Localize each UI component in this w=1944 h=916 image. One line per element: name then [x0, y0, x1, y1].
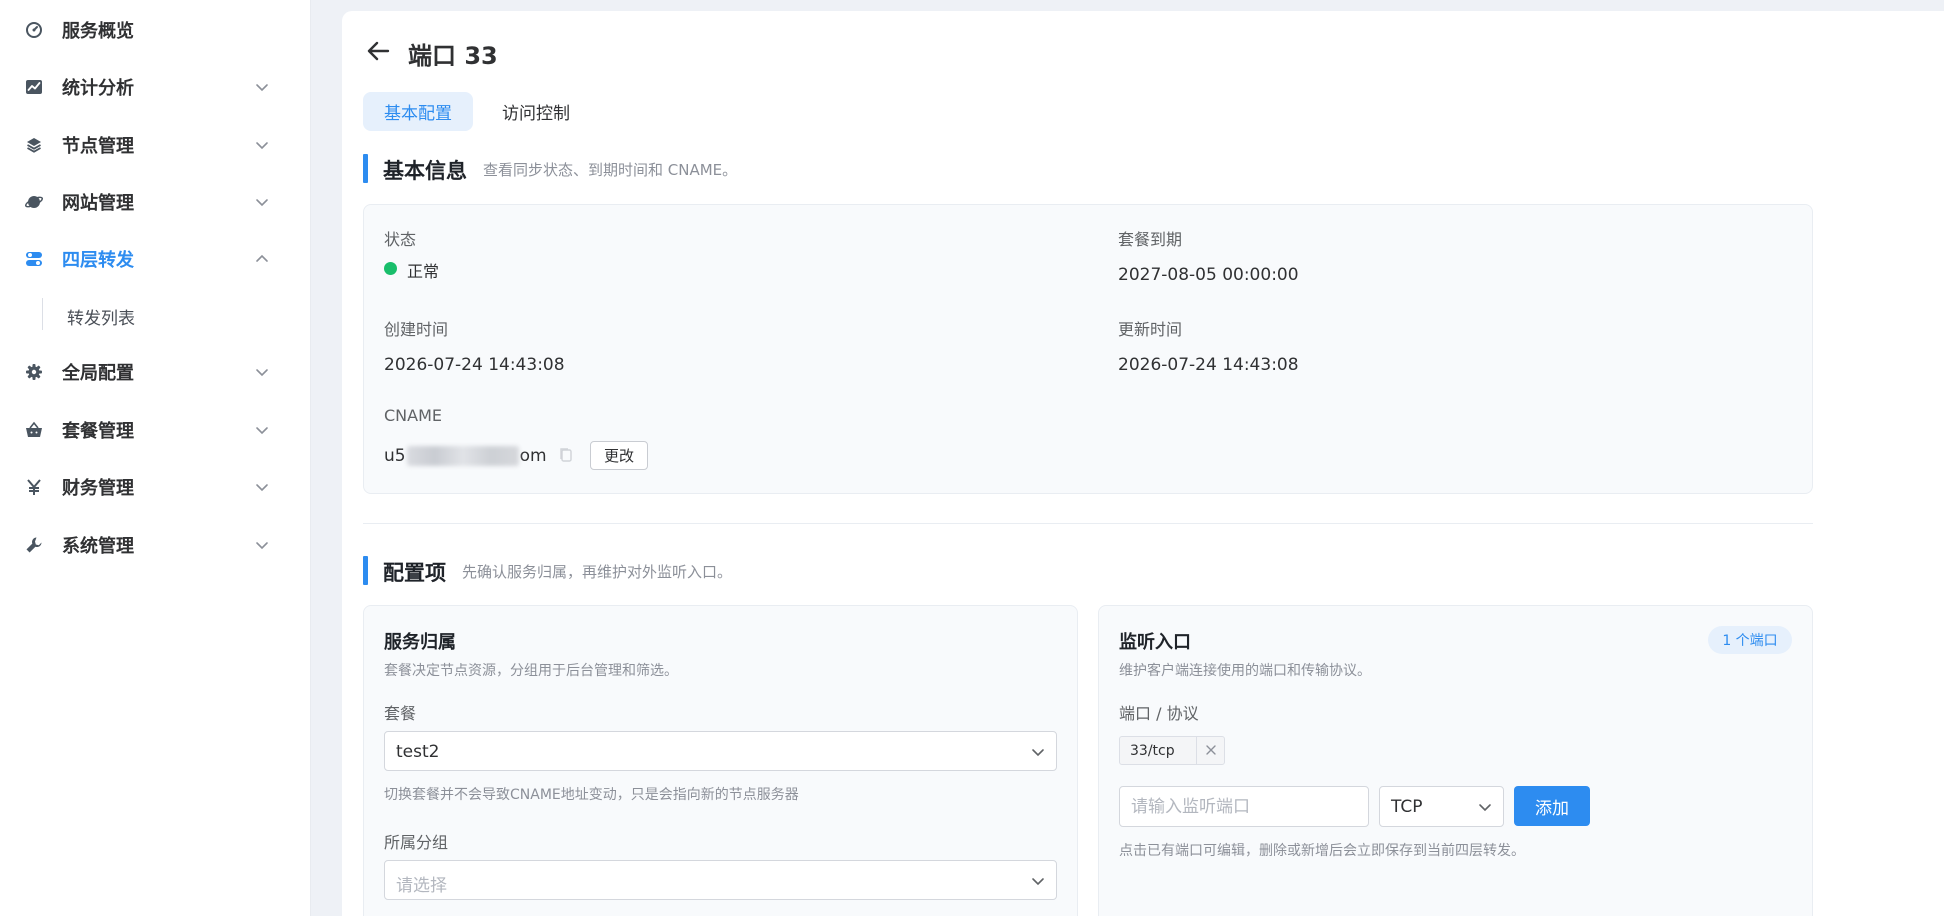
sidebar-item-label: 服务概览 [62, 21, 134, 42]
sidebar-item-label: 全局配置 [62, 363, 134, 384]
updated-label: 更新时间 [1118, 320, 1183, 339]
chevron-down-icon [256, 84, 268, 92]
sidebar-item-finance[interactable]: 财务管理 [0, 467, 311, 507]
port-tag-separator [1196, 737, 1197, 764]
updated-value: 2026-07-24 14:43:08 [1118, 355, 1299, 375]
sidebar-item-l4-forwarding[interactable]: 四层转发 [0, 239, 311, 279]
chevron-down-icon [256, 484, 268, 492]
sidebar-item-label: 网站管理 [62, 193, 134, 214]
yen-icon [24, 477, 44, 497]
close-icon[interactable] [1204, 743, 1218, 757]
sidebar-item-websites[interactable]: 网站管理 [0, 182, 311, 222]
port-tag-label: 33/tcp [1130, 743, 1175, 759]
basic-info-panel [363, 204, 1813, 494]
listener-hint: 点击已有端口可编辑，删除或新增后会立即保存到当前四层转发。 [1119, 843, 1525, 859]
sidebar-item-label: 统计分析 [62, 78, 134, 99]
basket-icon [24, 420, 44, 440]
cname-prefix: u5 [384, 446, 406, 466]
gear-icon [24, 362, 44, 382]
chevron-down-icon [1479, 804, 1491, 812]
chevron-down-icon [256, 369, 268, 377]
sidebar-item-label: 系统管理 [62, 536, 134, 557]
dashboard-icon [24, 20, 44, 40]
chevron-down-icon [256, 427, 268, 435]
section-accent-bar [363, 556, 368, 585]
chevron-down-icon [256, 199, 268, 207]
globe-icon [24, 192, 44, 212]
group-label: 所属分组 [384, 833, 449, 852]
sidebar-subitem-forward-list[interactable]: 转发列表 [0, 294, 311, 334]
section-desc-config: 先确认服务归属，再维护对外监听入口。 [462, 563, 733, 581]
listener-desc: 维护客户端连接使用的端口和传输协议。 [1119, 663, 1371, 679]
expire-label: 套餐到期 [1118, 230, 1183, 249]
chevron-down-icon [1032, 878, 1044, 886]
sidebar: 服务概览 统计分析 节点管理 网站管理 四层转发 转发列表 全局配置 套餐管理 … [0, 0, 311, 916]
sidebar-item-system[interactable]: 系统管理 [0, 525, 311, 565]
created-label: 创建时间 [384, 320, 449, 339]
sidebar-item-label: 财务管理 [62, 478, 134, 499]
chevron-down-icon [256, 142, 268, 150]
sidebar-item-plans[interactable]: 套餐管理 [0, 410, 311, 450]
wrench-icon [24, 535, 44, 555]
group-select-placeholder: 请选择 [396, 876, 447, 896]
plan-select-value: test2 [396, 742, 440, 762]
listener-title: 监听入口 [1119, 632, 1191, 653]
plan-select[interactable]: test2 [384, 731, 1057, 771]
plan-label: 套餐 [384, 704, 417, 723]
group-select[interactable]: 请选择 [384, 860, 1057, 900]
sidebar-item-service-overview[interactable]: 服务概览 [0, 10, 311, 50]
ownership-title: 服务归属 [384, 632, 456, 653]
plan-hint: 切换套餐并不会导致CNAME地址变动，只是会指向新的节点服务器 [384, 787, 799, 803]
sidebar-item-label: 四层转发 [62, 250, 134, 271]
status-indicator [384, 262, 397, 275]
sidebar-item-global-config[interactable]: 全局配置 [0, 352, 311, 392]
back-arrow-icon[interactable] [364, 38, 392, 64]
chevron-down-icon [256, 542, 268, 550]
tab-basic-config[interactable]: 基本配置 [363, 92, 473, 131]
status-value: 正常 [407, 262, 440, 281]
sidebar-item-label: 节点管理 [62, 136, 134, 157]
copy-icon[interactable] [558, 446, 574, 464]
protocol-select-value: TCP [1391, 797, 1423, 817]
submenu-indicator-line [42, 298, 43, 330]
status-label: 状态 [384, 230, 417, 249]
section-title-config: 配置项 [383, 561, 446, 585]
port-count-badge: 1 个端口 [1708, 626, 1792, 654]
ports-label: 端口 / 协议 [1119, 704, 1199, 723]
section-divider [363, 523, 1813, 524]
ownership-desc: 套餐决定节点资源，分组用于后台管理和筛选。 [384, 663, 678, 679]
cname-redacted [406, 446, 519, 466]
submenu-label: 转发列表 [67, 309, 135, 329]
protocol-select[interactable]: TCP [1379, 786, 1504, 827]
chart-icon [24, 77, 44, 97]
sidebar-item-statistics[interactable]: 统计分析 [0, 67, 311, 107]
section-title-basic-info: 基本信息 [383, 159, 467, 183]
page-title: 端口 33 [408, 42, 498, 70]
port-input[interactable] [1119, 786, 1369, 827]
add-port-button[interactable]: 添加 [1514, 786, 1590, 826]
toggle-icon [24, 249, 44, 269]
section-desc-basic-info: 查看同步状态、到期时间和 CNAME。 [483, 161, 738, 179]
change-cname-button[interactable]: 更改 [590, 441, 648, 470]
chevron-down-icon [1032, 749, 1044, 757]
tab-access-control[interactable]: 访问控制 [481, 92, 591, 131]
sidebar-item-nodes[interactable]: 节点管理 [0, 125, 311, 165]
chevron-up-icon [256, 254, 268, 262]
cname-label: CNAME [384, 406, 442, 425]
created-value: 2026-07-24 14:43:08 [384, 355, 565, 375]
layers-icon [24, 135, 44, 155]
expire-value: 2027-08-05 00:00:00 [1118, 265, 1299, 285]
section-accent-bar [363, 154, 368, 183]
sidebar-item-label: 套餐管理 [62, 421, 134, 442]
cname-value: u5 om [384, 444, 547, 468]
port-tag[interactable]: 33/tcp [1119, 736, 1225, 765]
cname-suffix: om [519, 446, 547, 466]
